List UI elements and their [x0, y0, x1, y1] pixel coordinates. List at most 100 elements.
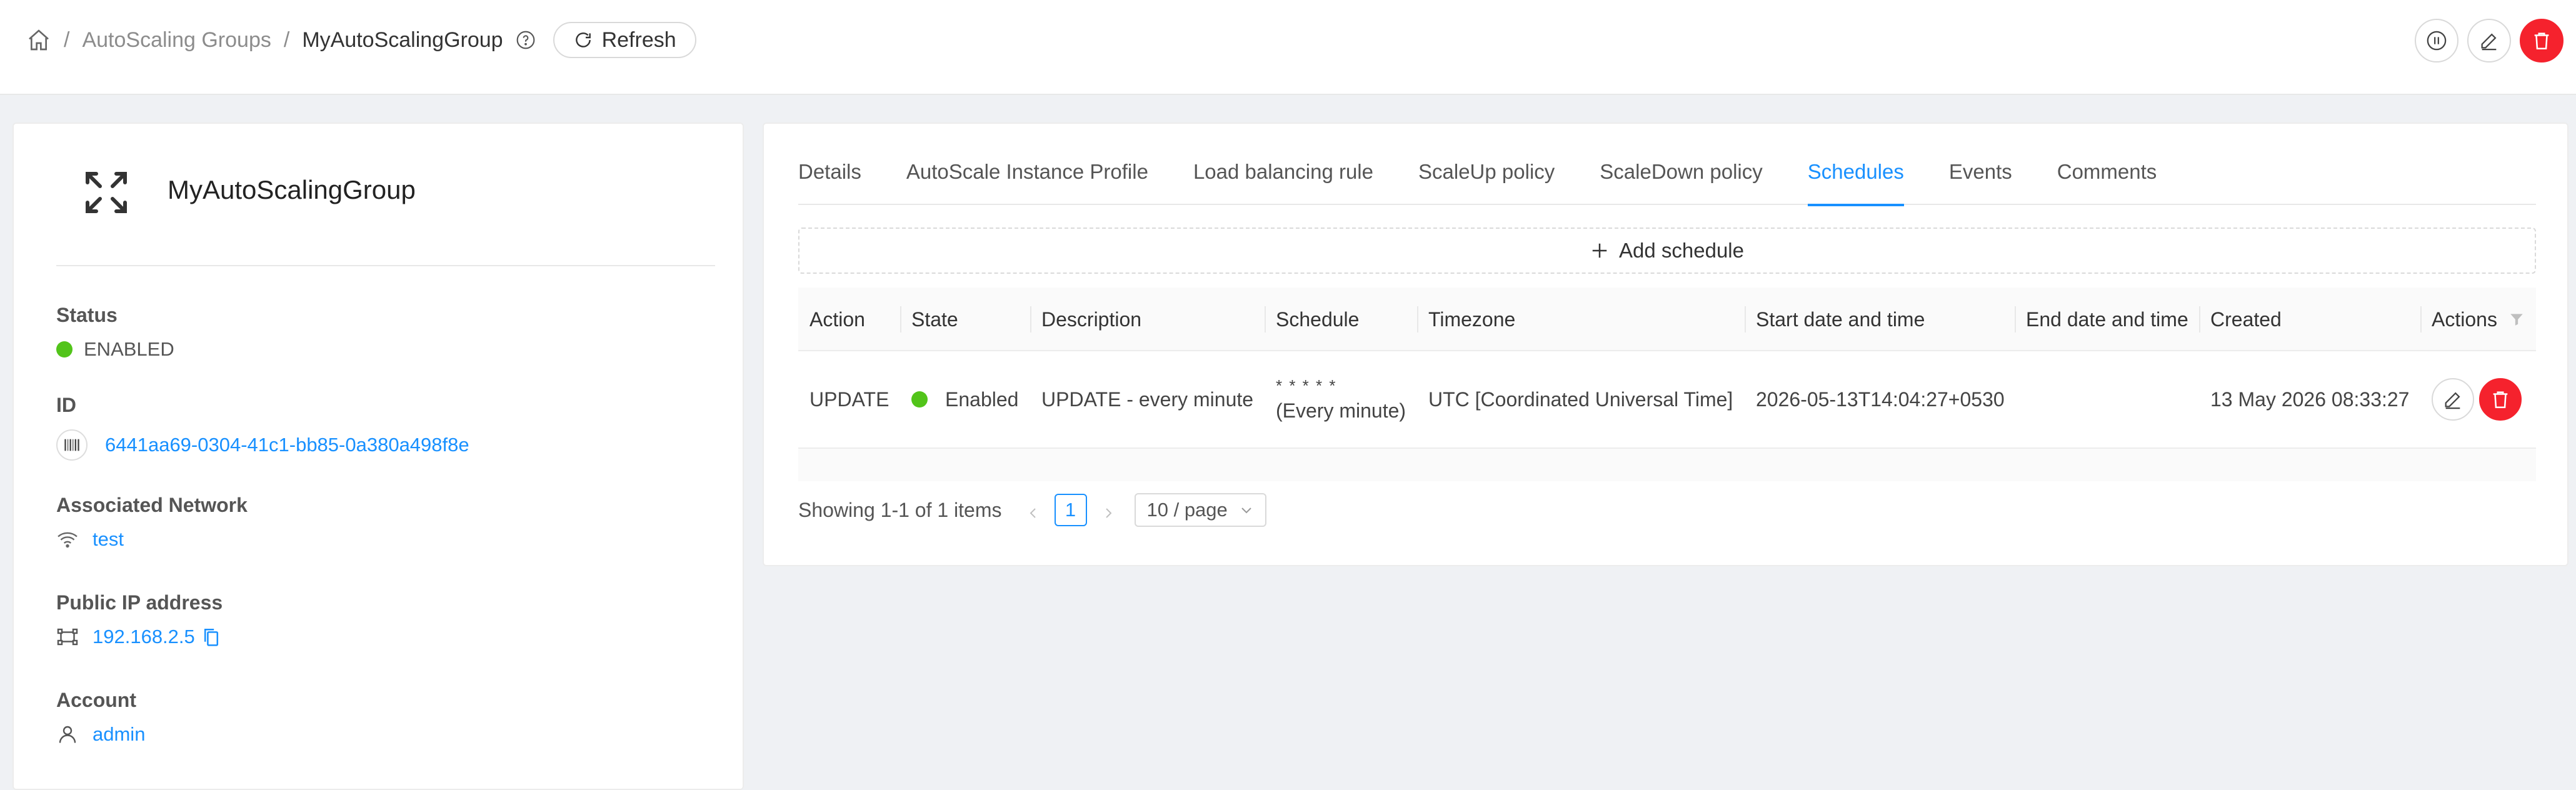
network-label: Associated Network — [56, 494, 248, 516]
tab-events[interactable]: Events — [1949, 155, 2012, 205]
refresh-label: Refresh — [601, 28, 676, 52]
wifi-icon — [56, 528, 79, 551]
status-value: ENABLED — [84, 338, 174, 360]
id-value[interactable]: 6441aa69-0304-41c1-bb85-0a380a498f8e — [105, 434, 469, 456]
table-footer-strip — [798, 449, 2536, 481]
column-header-actions-label: Actions — [2432, 308, 2497, 331]
tab-scaleup-policy[interactable]: ScaleUp policy — [1418, 155, 1555, 205]
public-ip-value-row: 192.168.2.5 — [56, 626, 223, 648]
table-row: UPDATE Enabled UPDATE - every minute * *… — [798, 351, 2536, 449]
page-size-select[interactable]: 10 / page — [1134, 493, 1266, 527]
tab-load-balancing-rule[interactable]: Load balancing rule — [1193, 155, 1373, 205]
column-header-start-date[interactable]: Start date and time — [1745, 288, 2015, 351]
delete-button[interactable] — [2520, 19, 2563, 62]
cell-start-date: 2026-05-13T14:04:27+0530 — [1756, 388, 2005, 411]
schedule-text: (Every minute) — [1276, 399, 1406, 422]
tab-details[interactable]: Details — [798, 155, 861, 205]
cell-state: Enabled — [900, 351, 1030, 448]
refresh-button[interactable]: Refresh — [553, 22, 696, 58]
schedules-table: Action State Description Schedule Timezo… — [798, 288, 2536, 481]
edit-icon — [2445, 392, 2460, 409]
tab-autoscale-instance-profile[interactable]: AutoScale Instance Profile — [906, 155, 1148, 205]
column-header-description[interactable]: Description — [1030, 288, 1265, 351]
status-value-row: ENABLED — [56, 338, 174, 361]
edit-icon — [2481, 33, 2497, 51]
column-header-end-date[interactable]: End date and time — [2015, 288, 2199, 351]
row-delete-button[interactable] — [2479, 378, 2522, 421]
network-field: Associated Network test — [56, 494, 248, 551]
cell-action: UPDATE — [809, 388, 890, 411]
user-icon — [56, 723, 79, 746]
account-label: Account — [56, 689, 136, 711]
filter-icon[interactable] — [2508, 311, 2525, 328]
id-value-row: 6441aa69-0304-41c1-bb85-0a380a498f8e — [56, 429, 469, 461]
breadcrumb-separator: / — [64, 28, 70, 52]
cell-end-date — [2015, 351, 2199, 448]
status-dot — [56, 341, 73, 358]
pause-circle-icon — [2427, 31, 2447, 51]
edit-button[interactable] — [2467, 19, 2511, 62]
status-label: Status — [56, 304, 118, 326]
id-field: ID 6441aa69-0304-41c1-bb85-0a380a498f8e — [56, 394, 469, 461]
public-ip-label: Public IP address — [56, 591, 223, 614]
cell-created: 13 May 2026 08:33:27 — [2210, 388, 2410, 411]
row-actions — [2432, 378, 2522, 421]
column-header-state[interactable]: State — [900, 288, 1030, 351]
column-header-action[interactable]: Action — [798, 288, 900, 351]
breadcrumb-current: MyAutoScalingGroup — [302, 28, 503, 52]
page-header: / AutoScaling Groups / MyAutoScalingGrou… — [0, 0, 2576, 95]
cell-actions — [2420, 351, 2536, 448]
page-size-value: 10 / page — [1146, 499, 1228, 521]
schedule-cron: * * * * * — [1276, 376, 1337, 395]
column-header-actions: Actions — [2420, 288, 2536, 351]
network-value-row: test — [56, 528, 248, 551]
schedules-card: Details AutoScale Instance Profile Load … — [763, 122, 2568, 566]
header-actions — [2415, 19, 2563, 62]
cell-description: UPDATE - every minute — [1041, 388, 1254, 411]
cell-state-label: Enabled — [945, 388, 1019, 411]
home-icon[interactable] — [26, 28, 51, 52]
reload-icon — [575, 32, 591, 48]
page-number-button[interactable]: 1 — [1054, 494, 1087, 526]
table-header: Action State Description Schedule Timezo… — [798, 288, 2536, 351]
state-dot — [911, 391, 928, 408]
pagination-summary: Showing 1-1 of 1 items — [798, 498, 1002, 521]
tab-bar: Details AutoScale Instance Profile Load … — [798, 155, 2536, 206]
breadcrumb: / AutoScaling Groups / MyAutoScalingGrou… — [26, 22, 696, 58]
schedule-stack: * * * * * (Every minute) — [1276, 376, 1406, 422]
public-ip-field: Public IP address 192.168.2.5 — [56, 591, 223, 648]
column-header-schedule[interactable]: Schedule — [1265, 288, 1417, 351]
breadcrumb-autoscaling-groups[interactable]: AutoScaling Groups — [82, 28, 271, 52]
expand-arrows-icon — [81, 168, 131, 218]
question-circle-icon[interactable] — [516, 30, 536, 50]
chevron-left-icon[interactable] — [1026, 502, 1041, 518]
pause-button[interactable] — [2415, 19, 2458, 62]
account-value[interactable]: admin — [93, 723, 145, 746]
public-ip-value[interactable]: 192.168.2.5 — [93, 626, 195, 648]
add-schedule-button[interactable]: Add schedule — [798, 228, 2536, 274]
row-edit-button[interactable] — [2432, 378, 2474, 421]
add-schedule-label: Add schedule — [1619, 239, 1744, 262]
column-header-timezone[interactable]: Timezone — [1417, 288, 1745, 351]
tab-comments[interactable]: Comments — [2057, 155, 2157, 205]
column-header-created[interactable]: Created — [2199, 288, 2420, 351]
account-value-row: admin — [56, 723, 145, 746]
copy-icon[interactable] — [203, 627, 220, 647]
plus-icon — [1592, 243, 1607, 258]
cell-schedule: * * * * * (Every minute) — [1265, 351, 1417, 448]
tab-scaledown-policy[interactable]: ScaleDown policy — [1600, 155, 1762, 205]
chevron-down-icon — [1241, 508, 1251, 514]
network-value[interactable]: test — [93, 528, 124, 551]
cell-timezone: UTC [Coordinated Universal Time] — [1428, 388, 1733, 411]
delete-icon — [2534, 32, 2549, 50]
pagination: Showing 1-1 of 1 items 1 10 / page — [798, 492, 1266, 528]
status-field: Status ENABLED — [56, 304, 174, 361]
chevron-right-icon[interactable] — [1101, 502, 1116, 518]
breadcrumb-separator: / — [283, 28, 290, 52]
delete-icon — [2493, 391, 2508, 409]
account-field: Account admin — [56, 689, 145, 746]
barcode-icon — [56, 429, 88, 461]
tab-schedules[interactable]: Schedules — [1807, 155, 1904, 206]
resource-header: MyAutoScalingGroup — [56, 162, 715, 266]
resource-name: MyAutoScalingGroup — [168, 175, 416, 204]
